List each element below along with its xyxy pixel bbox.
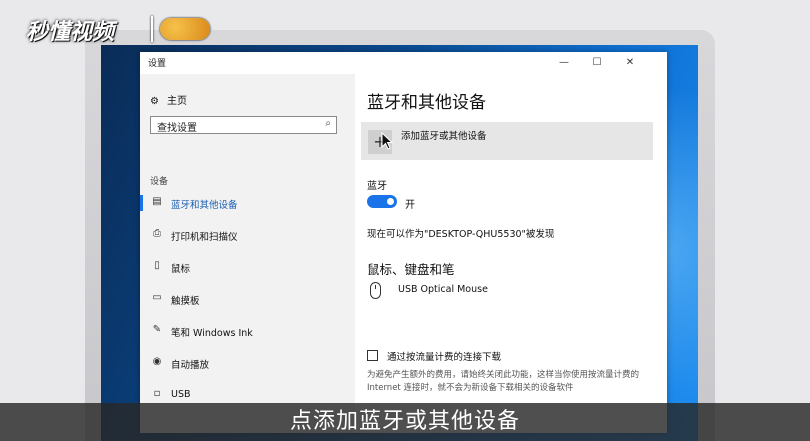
- usb-icon: ▫: [153, 388, 161, 399]
- mouse-cursor-icon: [381, 132, 393, 150]
- metered-checkbox[interactable]: [367, 350, 378, 361]
- subtitle-text: 点添加蓝牙或其他设备: [289, 409, 520, 434]
- maximize-button[interactable]: ☐: [583, 52, 611, 74]
- page-title: 蓝牙和其他设备: [367, 93, 486, 113]
- window-title: 设置: [148, 59, 167, 69]
- mouse-icon: ▯: [154, 260, 160, 271]
- desktop-screen: 设置 — ☐ ✕ ⚙ 主页 查找设置 ⌕ 设备 ▤ 蓝牙和其他设备 ⎙ 打印机和扫…: [101, 45, 698, 441]
- search-input[interactable]: 查找设置 ⌕: [150, 116, 337, 134]
- sidebar-item-autoplay[interactable]: ◉ 自动播放: [140, 354, 355, 374]
- search-icon[interactable]: ⌕: [325, 118, 331, 129]
- add-device-button[interactable]: + 添加蓝牙或其他设备: [361, 122, 653, 160]
- device-item[interactable]: USB Optical Mouse: [398, 284, 488, 295]
- minimize-button[interactable]: —: [550, 52, 578, 74]
- autoplay-icon: ◉: [152, 356, 162, 367]
- sidebar-item-label: USB: [171, 389, 191, 400]
- gear-icon: ⚙: [150, 96, 159, 107]
- mouse-device-icon: [370, 282, 381, 299]
- watermark-divider: [151, 16, 153, 42]
- sidebar: ⚙ 主页 查找设置 ⌕ 设备 ▤ 蓝牙和其他设备 ⎙ 打印机和扫描仪 ▯ 鼠标 ▭…: [140, 74, 355, 433]
- watermark-logo: 秒懂视频: [26, 20, 115, 45]
- sidebar-item-touchpad[interactable]: ▭ 触摸板: [140, 290, 355, 310]
- sidebar-item-label: 笔和 Windows Ink: [171, 328, 253, 339]
- touchpad-icon: ▭: [152, 292, 162, 303]
- bluetooth-toggle[interactable]: [367, 195, 397, 208]
- main-content: 蓝牙和其他设备 + 添加蓝牙或其他设备 蓝牙 开 现在可以作为"DESKTOP-…: [355, 74, 667, 433]
- search-value: 查找设置: [157, 123, 197, 134]
- settings-window: 设置 — ☐ ✕ ⚙ 主页 查找设置 ⌕ 设备 ▤ 蓝牙和其他设备 ⎙ 打印机和扫…: [140, 52, 667, 433]
- title-bar: 设置 — ☐ ✕: [140, 52, 667, 74]
- toggle-state: 开: [405, 200, 415, 211]
- add-device-label: 添加蓝牙或其他设备: [401, 131, 487, 142]
- pen-icon: ✎: [152, 324, 162, 335]
- metered-description: 为避免产生额外的费用，请始终关闭此功能，这样当你使用按流量计费的 Interne…: [367, 370, 640, 393]
- watermark-badge-icon: [160, 18, 210, 40]
- metered-label: 通过按流量计费的连接下载: [387, 352, 502, 363]
- sidebar-item-printers[interactable]: ⎙ 打印机和扫描仪: [140, 226, 355, 246]
- sidebar-item-label: 自动播放: [171, 360, 210, 371]
- close-button[interactable]: ✕: [616, 52, 644, 74]
- sidebar-item-bluetooth[interactable]: ▤ 蓝牙和其他设备: [140, 194, 355, 214]
- home-link[interactable]: ⚙ 主页: [150, 92, 195, 107]
- sidebar-item-mouse[interactable]: ▯ 鼠标: [140, 258, 355, 278]
- subtitle-bar: 点添加蓝牙或其他设备: [0, 403, 810, 441]
- section-heading: 设备: [150, 177, 169, 187]
- printer-icon: ⎙: [153, 228, 161, 239]
- section-title: 鼠标、键盘和笔: [367, 262, 455, 277]
- bluetooth-devices-icon: ▤: [152, 196, 162, 207]
- bluetooth-label: 蓝牙: [367, 181, 387, 192]
- home-label: 主页: [166, 96, 187, 107]
- discoverable-text: 现在可以作为"DESKTOP-QHU5530"被发现: [367, 229, 555, 240]
- sidebar-item-label: 打印机和扫描仪: [171, 232, 238, 243]
- sidebar-item-pen[interactable]: ✎ 笔和 Windows Ink: [140, 322, 355, 342]
- sidebar-item-label: 鼠标: [171, 264, 191, 275]
- sidebar-item-label: 触摸板: [171, 296, 200, 307]
- sidebar-item-label: 蓝牙和其他设备: [171, 200, 238, 211]
